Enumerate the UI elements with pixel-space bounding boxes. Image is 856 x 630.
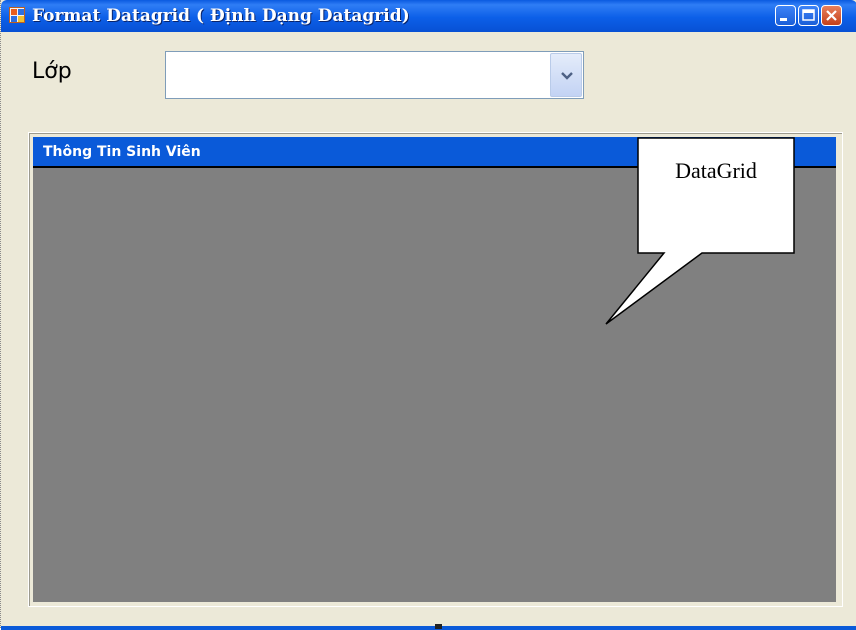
format-datagrid-window: Format Datagrid ( Định Dạng Datagrid) Lớ… [0,0,856,630]
class-combobox[interactable] [165,51,584,99]
minimize-icon [780,18,787,21]
class-label: Lớp [32,59,72,84]
app-icon[interactable] [9,7,25,23]
maximize-icon [802,9,815,21]
close-icon [826,10,837,21]
class-combobox-dropdown-button[interactable] [550,53,582,97]
callout-text: DataGrid [675,158,757,183]
window-bottom-border [1,626,856,630]
window-title: Format Datagrid ( Định Dạng Datagrid) [32,6,410,26]
minimize-button[interactable] [775,5,796,26]
datagrid-caption-text: Thông Tin Sinh Viên [43,144,201,160]
resize-grip-icon[interactable] [435,624,442,629]
chevron-down-icon [561,72,573,80]
maximize-button[interactable] [798,5,819,26]
title-bar[interactable]: Format Datagrid ( Định Dạng Datagrid) [1,0,856,32]
close-button[interactable] [821,5,842,26]
